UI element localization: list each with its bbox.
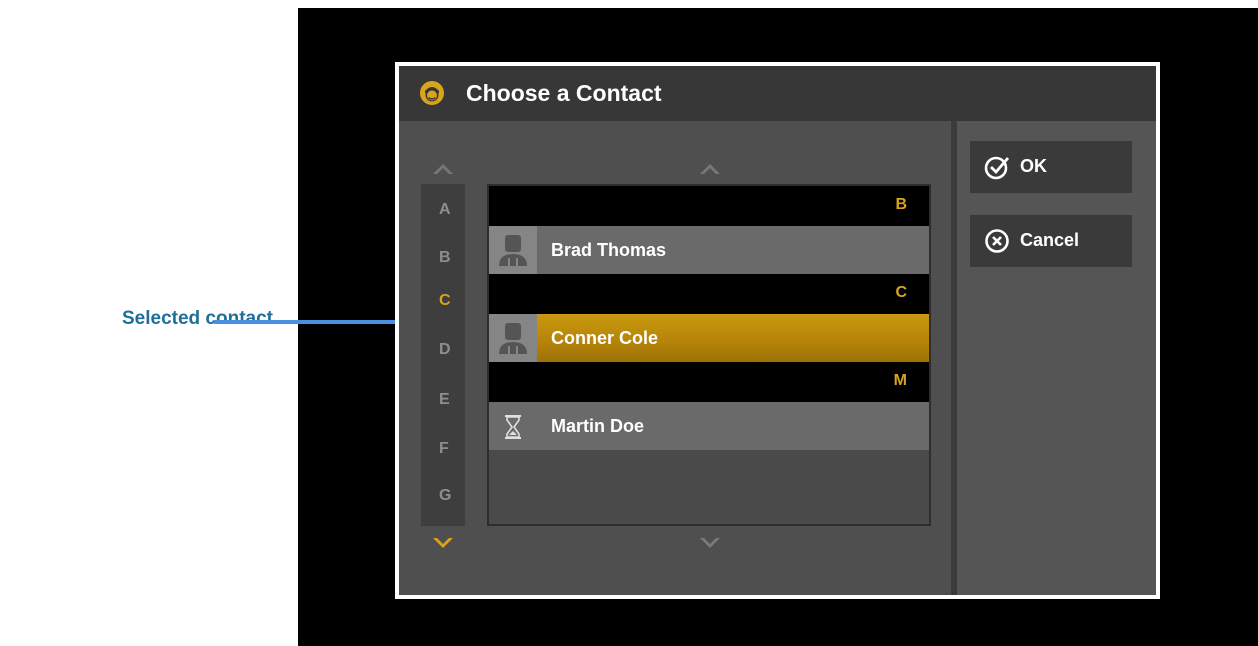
section-header-b: B — [489, 186, 929, 226]
cancel-button-label: Cancel — [1020, 230, 1080, 250]
cancel-button[interactable]: Cancel — [970, 215, 1132, 267]
hourglass-icon — [505, 415, 521, 439]
contact-head-icon — [420, 81, 444, 105]
check-circle-icon — [984, 156, 1010, 180]
person-icon — [489, 226, 537, 274]
section-header-c: C — [489, 274, 929, 314]
person-icon — [489, 314, 537, 362]
alphabet-letter-e[interactable]: E — [421, 391, 465, 409]
alphabet-letter-d[interactable]: D — [421, 341, 465, 359]
section-letter: M — [893, 372, 907, 389]
alphabet-index: A B C D E F G — [421, 184, 465, 526]
list-scroll-up-icon[interactable] — [700, 162, 720, 174]
contact-list: B Brad Thomas C Conner Cole M Martin Doe — [487, 184, 931, 526]
x-circle-icon — [985, 229, 1009, 253]
ok-button[interactable]: OK — [970, 141, 1132, 193]
contact-row-martin-doe[interactable]: Martin Doe — [489, 402, 929, 450]
section-letter: B — [895, 196, 907, 213]
ok-button-label: OK — [1020, 156, 1047, 176]
alphabet-scroll-up-icon[interactable] — [433, 162, 453, 174]
section-letter: C — [895, 284, 907, 301]
dialog-title: Choose a Contact — [466, 80, 662, 106]
alphabet-letter-f[interactable]: F — [421, 440, 465, 458]
contact-name: Martin Doe — [551, 416, 645, 436]
dialog-title-bar: Choose a Contact — [399, 66, 1156, 121]
choose-contact-dialog: Choose a Contact A B C D E F G B Brad Th… — [395, 62, 1160, 599]
contact-row-brad-thomas[interactable]: Brad Thomas — [489, 226, 929, 274]
section-header-m: M — [489, 362, 929, 402]
alphabet-letter-a[interactable]: A — [421, 201, 465, 219]
contact-name: Conner Cole — [551, 328, 659, 348]
contact-name: Brad Thomas — [551, 240, 667, 260]
callout-label: Selected contact — [122, 308, 273, 329]
alphabet-letter-b[interactable]: B — [421, 249, 465, 267]
alphabet-letter-c[interactable]: C — [421, 292, 465, 310]
alphabet-letter-g[interactable]: G — [421, 487, 465, 505]
contact-row-conner-cole[interactable]: Conner Cole — [489, 314, 929, 362]
alphabet-scroll-down-icon[interactable] — [433, 538, 453, 550]
list-scroll-down-icon[interactable] — [700, 538, 720, 550]
